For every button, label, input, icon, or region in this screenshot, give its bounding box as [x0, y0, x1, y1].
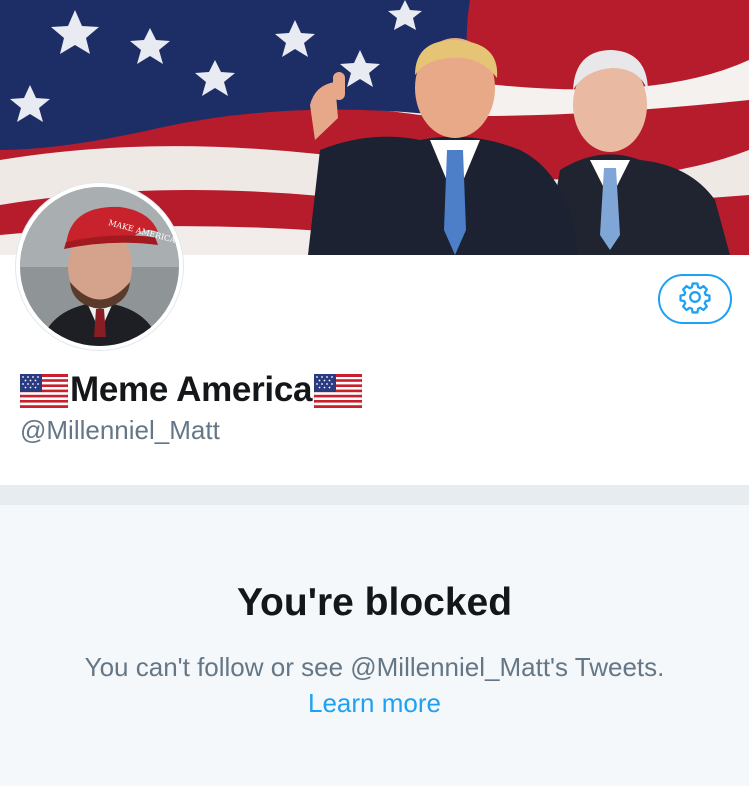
profile-page: MAKE AMERICA Meme America @Millenniel_Ma…	[0, 0, 749, 786]
blocked-notice: You're blocked You can't follow or see @…	[0, 505, 749, 786]
profile-name-row: Meme America	[19, 368, 363, 412]
us-flag-icon	[19, 373, 69, 409]
blocked-title: You're blocked	[236, 581, 513, 624]
gear-icon	[678, 280, 712, 319]
section-divider	[0, 485, 749, 505]
profile-handle: @Millenniel_Matt	[20, 415, 220, 445]
learn-more-container: Learn more	[0, 688, 749, 719]
learn-more-link[interactable]: Learn more	[308, 688, 441, 718]
display-name: Meme America	[70, 370, 313, 409]
avatar[interactable]: MAKE AMERICA	[16, 183, 183, 350]
blocked-message: You can't follow or see @Millenniel_Matt…	[84, 652, 665, 682]
profile-settings-button[interactable]	[658, 274, 732, 324]
us-flag-icon	[313, 373, 363, 409]
